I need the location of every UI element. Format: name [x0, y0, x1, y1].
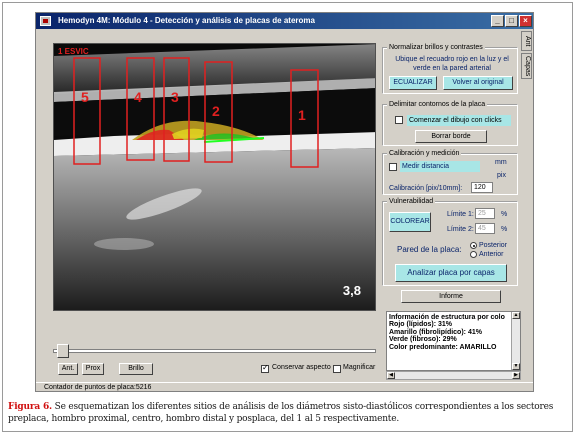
limit1-percent: %: [501, 211, 508, 218]
conservar-aspecto-label: Conservar aspecto: [272, 364, 331, 371]
info-line: Amarillo (fibrolipídico): 41%: [389, 328, 482, 336]
scroll-left-icon[interactable]: ◀: [387, 372, 395, 379]
ultrasound-image[interactable]: 5 4 3 2 1 1 ESVIC 3,8: [53, 43, 376, 311]
vulnerability-group: Vulnerabilidad COLOREAR Límite 1: 25 % L…: [382, 197, 518, 286]
app-window: Hemodyn 4M: Módulo 4 - Detección y análi…: [35, 12, 534, 392]
close-button[interactable]: ×: [519, 15, 532, 27]
limit1-label: Límite 1:: [447, 211, 474, 218]
scroll-up-icon[interactable]: ▲: [512, 312, 520, 319]
posterior-radio[interactable]: [470, 242, 477, 249]
anterior-radio[interactable]: [470, 251, 477, 258]
unit-pix: pix: [497, 172, 506, 179]
title-bar: Hemodyn 4M: Módulo 4 - Detección y análi…: [36, 13, 533, 29]
limit1-input[interactable]: 25: [475, 208, 495, 219]
structure-info-box: Información de estructura por colo Rojo …: [386, 311, 521, 371]
prox-button[interactable]: Prox: [82, 363, 104, 375]
ultrasound-canvas: 5 4 3 2 1 1 ESVIC: [54, 44, 375, 310]
contours-title: Delimitar contornos de la placa: [387, 100, 488, 109]
calibration-title: Calibración y medición: [387, 149, 462, 158]
info-line: Rojo (lípidos): 31%: [389, 321, 452, 329]
info-line: Color predominante: AMARILLO: [389, 343, 497, 351]
tab-capas[interactable]: Capas: [521, 53, 532, 79]
measure-distance-checkbox[interactable]: [389, 163, 397, 171]
calibration-group: Calibración y medición Medir distancia m…: [382, 149, 518, 195]
normalize-title: Normalizar brillos y contrastes: [387, 43, 485, 52]
info-horizontal-scrollbar[interactable]: ◀ ▶: [386, 371, 521, 380]
tab-ant[interactable]: Ant: [521, 31, 532, 51]
limit2-input[interactable]: 45: [475, 223, 495, 234]
figure-frame: Hemodyn 4M: Módulo 4 - Detección y análi…: [2, 2, 573, 432]
equalize-button[interactable]: ECUALIZAR: [389, 76, 437, 90]
section-label-4: 4: [134, 89, 142, 105]
caption-text: Se esquematizan los diferentes sitios de…: [8, 402, 554, 424]
status-bar: Contador de puntos de placa:5216: [36, 382, 533, 392]
measure-distance-label: Medir distancia: [400, 161, 480, 172]
normalize-group: Normalizar brillos y contrastes Ubique e…: [382, 43, 518, 94]
restore-original-button[interactable]: Volver al original: [443, 76, 513, 90]
section-label-5: 5: [81, 89, 89, 105]
delete-border-button[interactable]: Borrar borde: [415, 130, 487, 143]
conservar-aspecto-checkbox[interactable]: [261, 363, 269, 373]
draw-contour-label: Comenzar el dibujo con clicks: [407, 115, 511, 126]
info-line: Información de estructura por colo: [389, 314, 505, 321]
caption-label: Figura 6.: [8, 402, 52, 412]
anterior-label: Anterior: [479, 251, 504, 258]
unit-mm: mm: [495, 159, 507, 166]
slider-track: [53, 349, 376, 353]
scroll-down-icon[interactable]: ▼: [512, 363, 520, 370]
magnificar-checkbox[interactable]: [333, 365, 341, 373]
vulnerability-title: Vulnerabilidad: [387, 197, 436, 206]
limit2-percent: %: [501, 226, 508, 233]
frame-slider[interactable]: [53, 344, 376, 358]
overlay-value: 3,8: [342, 283, 361, 298]
ant-button[interactable]: Ant.: [58, 363, 78, 375]
section-label-3: 3: [171, 89, 179, 105]
deep-tissue: [54, 148, 375, 310]
maximize-button[interactable]: □: [505, 15, 518, 27]
slider-thumb[interactable]: [57, 344, 69, 358]
image-header-label: 1 ESVIC: [58, 47, 89, 56]
minimize-button[interactable]: _: [491, 15, 504, 27]
posterior-label: Posterior: [479, 242, 508, 249]
figure-caption: Figura 6. Se esquematizan los diferentes…: [8, 401, 573, 425]
bright-echo-2: [94, 238, 154, 250]
info-vertical-scrollbar[interactable]: ▲ ▼: [511, 312, 520, 370]
wall-label: Pared de la placa:: [397, 245, 462, 254]
info-line: Verde (fibroso): 29%: [389, 336, 457, 344]
window-title: Hemodyn 4M: Módulo 4 - Detección y análi…: [58, 16, 315, 25]
colorear-button[interactable]: COLOREAR: [389, 212, 431, 232]
calibration-label: Calibración [pix/10mm]:: [389, 185, 463, 192]
report-button[interactable]: Informe: [401, 290, 501, 303]
draw-contour-checkbox[interactable]: [395, 116, 403, 124]
section-label-2: 2: [212, 103, 220, 119]
brillo-button[interactable]: Brillo: [119, 363, 153, 375]
contours-group: Delimitar contornos de la placa Comenzar…: [382, 100, 518, 146]
app-icon: [40, 16, 51, 26]
normalize-hint: Ubique el recuadro rojo en la luz y el v…: [395, 56, 509, 72]
section-label-1: 1: [298, 107, 306, 123]
limit2-label: Límite 2:: [447, 226, 474, 233]
scroll-right-icon[interactable]: ▶: [512, 372, 520, 379]
calibration-input[interactable]: 120: [471, 182, 493, 193]
analyze-layers-button[interactable]: Analizar placa por capas: [395, 264, 507, 282]
magnificar-label: Magnificar: [343, 364, 376, 371]
